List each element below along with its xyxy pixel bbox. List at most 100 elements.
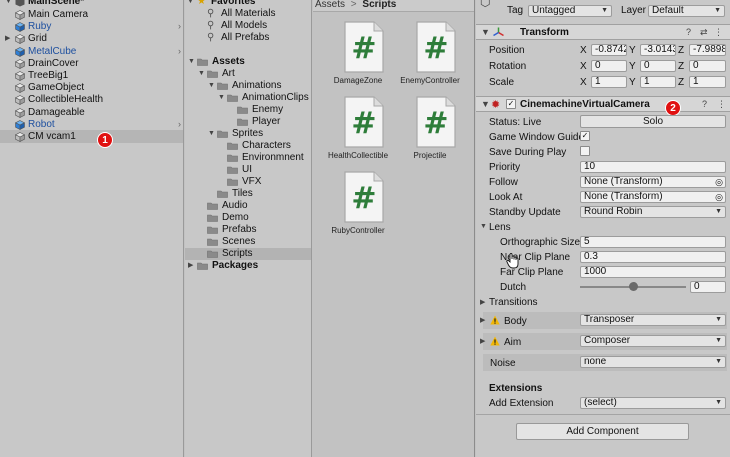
script-asset[interactable]: # RubyController [326,170,388,242]
vcam-header[interactable]: ▼ ✹ ✓ CinemachineVirtualCamera ? ⋮ [476,96,730,112]
hierarchy-item[interactable]: TreeBig1 [0,69,183,82]
scene-header[interactable]: ▼ MainScene* [0,0,183,8]
chevron-right-icon[interactable]: › [178,20,181,33]
add-component-button[interactable]: Add Component [516,423,689,440]
expand-arrow-icon[interactable]: ▶ [480,298,485,306]
collapse-arrow-icon[interactable]: ▼ [481,99,490,109]
tree-folder-enemy[interactable]: Enemy [228,104,309,116]
tree-fav-all-materials[interactable]: ⚲ All Materials [203,8,308,20]
collapse-arrow-icon[interactable]: ▼ [5,0,13,8]
tree-fav-all-models[interactable]: ⚲ All Models [203,20,308,32]
hierarchy-item[interactable]: Ruby › [0,20,183,33]
collapse-arrow-icon[interactable]: ▼ [208,80,216,92]
dutch-input[interactable]: 0 [690,281,726,293]
axis-x-label: X [580,77,587,88]
tree-folder-prefabs[interactable]: Prefabs [198,224,309,236]
hierarchy-item[interactable]: DrainCover [0,57,183,70]
object-picker-icon[interactable]: ◎ [715,192,723,202]
save-during-play-checkbox[interactable] [580,146,590,156]
body-dropdown[interactable]: Transposer ▼ [580,314,726,326]
tree-folder-scripts[interactable]: Scripts [185,248,311,260]
tree-folder-ui[interactable]: UI [218,164,309,176]
chevron-right-icon[interactable]: › [178,45,181,58]
tree-folder-player[interactable]: Player [228,116,309,128]
folder-icon [237,106,248,114]
transform-position-x-input[interactable]: -0.8742 [591,44,627,56]
tree-folder-scenes[interactable]: Scenes [198,236,309,248]
script-asset[interactable]: # HealthCollectible [326,95,388,167]
transform-header[interactable]: ▼ Transform ? ⇄ ⋮ [476,24,730,40]
expand-arrow-icon[interactable]: ▶ [5,32,13,45]
hierarchy-item[interactable]: CM vcam1 [0,130,183,143]
tree-folder-vfx[interactable]: VFX [218,176,309,188]
tree-folder-assets[interactable]: ▼ Assets [188,56,309,68]
breadcrumb-root[interactable]: Assets [315,0,345,10]
add-extension-dropdown[interactable]: (select) ▼ [580,397,726,409]
tree-folder-characters[interactable]: Characters [218,140,309,152]
tree-favorites[interactable]: ▼ ★ Favorites [187,0,307,8]
layer-dropdown[interactable]: Default ▼ [648,5,725,17]
tree-folder-animation_clips[interactable]: ▼ AnimationClips [218,92,309,104]
hierarchy-item[interactable]: Damageable [0,106,183,119]
expand-arrow-icon[interactable]: ▶ [188,260,196,272]
transform-rotation-x-input[interactable]: 0 [591,60,627,72]
standby-update-dropdown[interactable]: Round Robin ▼ [580,206,726,218]
solo-button[interactable]: Solo [580,115,726,128]
tag-dropdown[interactable]: Untagged ▼ [528,5,612,17]
collapse-arrow-icon[interactable]: ▼ [481,27,490,37]
hierarchy-item[interactable]: CollectibleHealth [0,93,183,106]
script-asset[interactable]: # Projectile [398,95,460,167]
transform-scale-y-input[interactable]: 1 [640,76,676,88]
hierarchy-item[interactable]: MetalCube › [0,45,183,58]
transform-rotation-y-input[interactable]: 0 [640,60,676,72]
transform-scale-x-input[interactable]: 1 [591,76,627,88]
transform-position-y-input[interactable]: -3.0143 [640,44,676,56]
collapse-arrow-icon[interactable]: ▼ [187,0,195,8]
collapse-arrow-icon[interactable]: ▼ [480,223,487,230]
vcam-enabled-checkbox[interactable]: ✓ [506,99,516,109]
tree-folder-tiles[interactable]: Tiles [208,188,309,200]
help-icon[interactable]: ? [702,99,707,109]
orthographic-size-input[interactable]: 5 [580,236,726,248]
tree-folder-environment[interactable]: Environmnent [218,152,309,164]
tree-fav-all-prefabs[interactable]: ⚲ All Prefabs [203,32,308,44]
tree-folder-animations[interactable]: ▼ Animations [208,80,309,92]
expand-arrow-icon[interactable]: ▶ [480,337,485,345]
collapse-arrow-icon[interactable]: ▼ [208,128,216,140]
dutch-slider-thumb[interactable] [628,282,638,291]
object-picker-icon[interactable]: ◎ [715,177,723,187]
tree-folder-sprites[interactable]: ▼ Sprites [208,128,309,140]
collapse-arrow-icon[interactable]: ▼ [198,68,206,80]
collapse-arrow-icon[interactable]: ▼ [188,56,196,68]
aim-dropdown[interactable]: Composer ▼ [580,335,726,347]
transform-position-z-input[interactable]: -7.9898 [689,44,726,56]
help-icon[interactable]: ? [686,27,691,37]
noise-dropdown[interactable]: none ▼ [580,356,726,368]
transform-scale-z-input[interactable]: 1 [689,76,726,88]
hierarchy-item[interactable]: ▶ Grid [0,32,183,45]
tree-folder-packages[interactable]: ▶ Packages [188,260,309,272]
cinemachine-icon: ✹ [491,99,501,111]
chevron-right-icon[interactable]: › [178,118,181,131]
more-options-icon[interactable]: ⋮ [714,27,723,38]
near-clip-plane-input[interactable]: 0.3 [580,251,726,263]
follow-field[interactable]: None (Transform) ◎ [580,176,726,188]
game-window-guides-checkbox[interactable]: ✓ [580,131,590,141]
look-at-field[interactable]: None (Transform) ◎ [580,191,726,203]
more-options-icon[interactable]: ⋮ [717,99,726,110]
hierarchy-item[interactable]: Robot › [0,118,183,131]
script-asset[interactable]: # DamageZone [326,20,388,92]
transform-rotation-z-input[interactable]: 0 [689,60,726,72]
collapse-arrow-icon[interactable]: ▼ [218,92,226,104]
priority-input[interactable]: 10 [580,161,726,173]
far-clip-plane-input[interactable]: 1000 [580,266,726,278]
hierarchy-item[interactable]: Main Camera [0,8,183,21]
preset-icon[interactable]: ⇄ [700,27,708,38]
tree-folder-audio[interactable]: Audio [198,200,309,212]
tree-folder-demo[interactable]: Demo [198,212,309,224]
script-asset[interactable]: # EnemyController [398,20,460,92]
hierarchy-item[interactable]: GameObject [0,81,183,94]
tree-folder-art[interactable]: ▼ Art [198,68,309,80]
expand-arrow-icon[interactable]: ▶ [480,316,485,324]
breadcrumb-current[interactable]: Scripts [362,0,396,10]
